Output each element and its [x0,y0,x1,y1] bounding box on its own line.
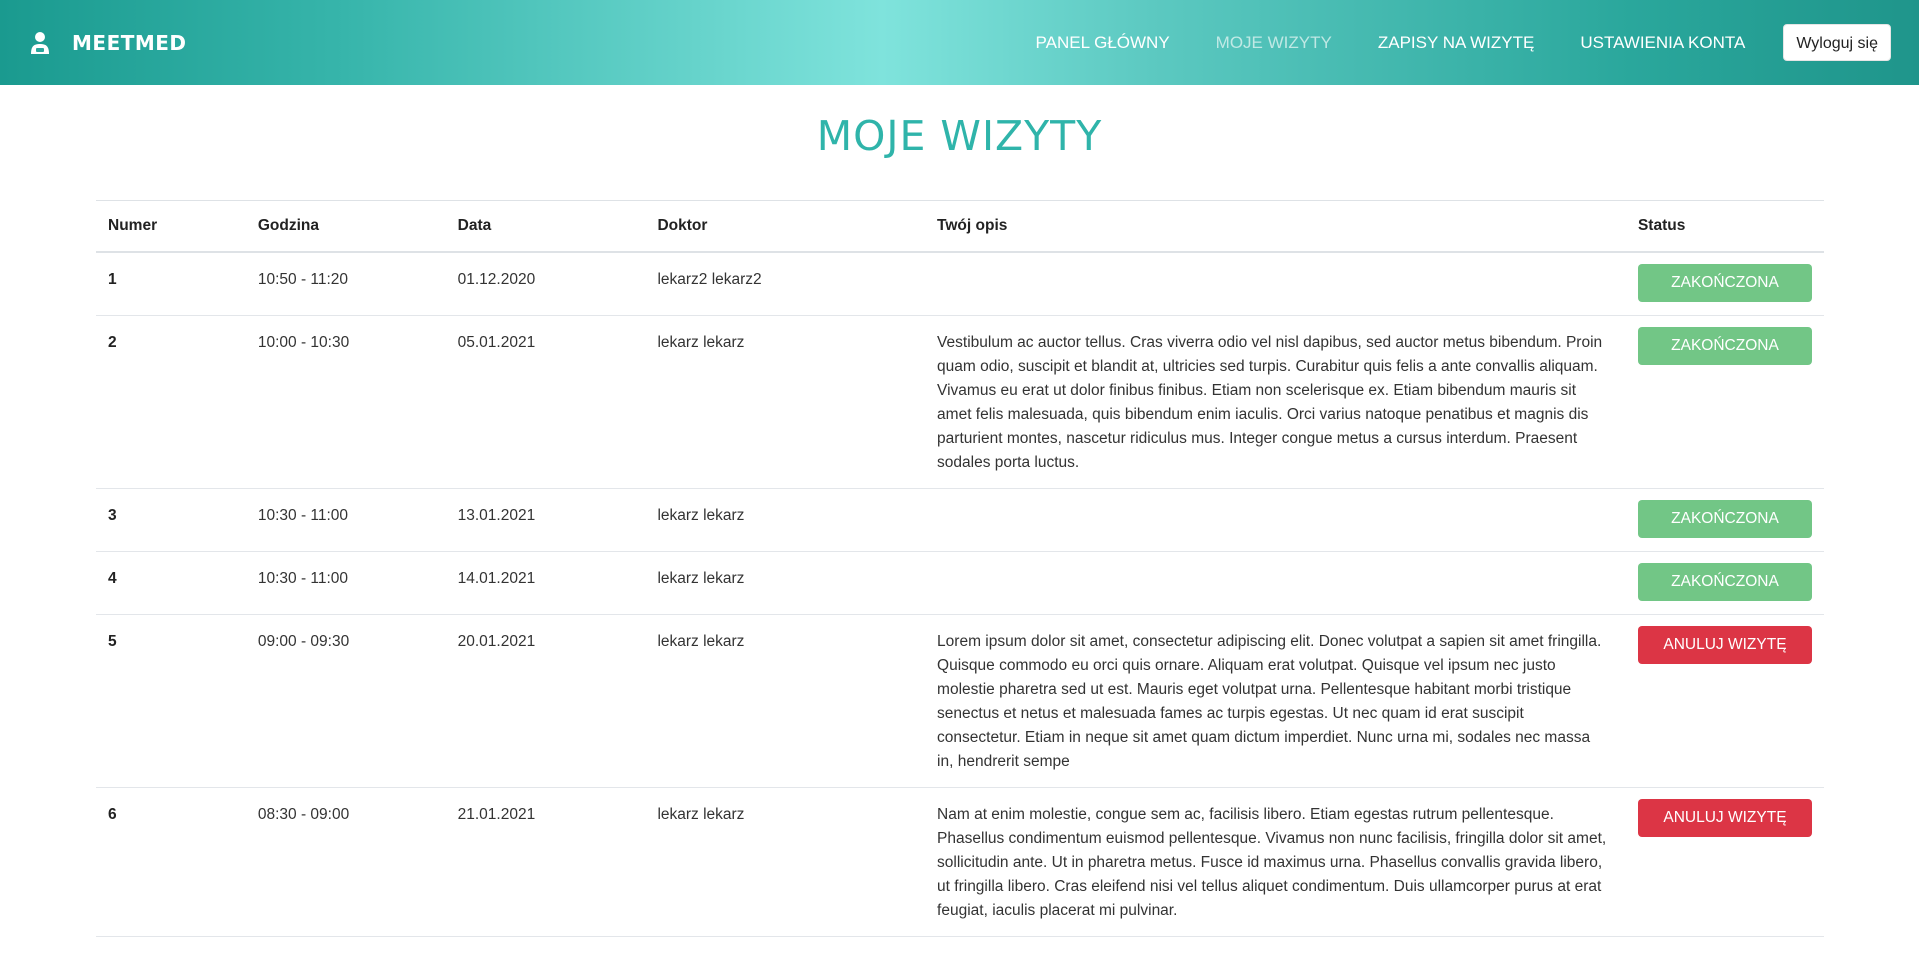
cell-status: ZAKOŃCZONA [1625,251,1824,316]
table-row: 1 10:50 - 11:20 01.12.2020 lekarz2 lekar… [96,251,1824,316]
cell-status: ZAKOŃCZONA [1625,488,1824,552]
nav-item-zapisy-na-wizyte[interactable]: ZAPISY NA WIZYTĘ [1378,33,1535,53]
cell-status: ANULUJ WIZYTĘ [1625,787,1824,937]
header-data: Data [445,200,646,253]
cell-doctor: lekarz lekarz [645,488,926,552]
cell-time: 08:30 - 09:00 [245,787,446,937]
cancel-appointment-button[interactable]: ANULUJ WIZYTĘ [1637,625,1812,664]
cell-description [925,251,1626,316]
nav-item-ustawienia-konta[interactable]: USTAWIENIA KONTA [1580,33,1745,53]
nav-links: PANEL GŁÓWNY MOJE WIZYTY ZAPISY NA WIZYT… [990,0,1891,85]
status-completed-button[interactable]: ZAKOŃCZONA [1637,499,1812,538]
cell-date: 05.01.2021 [445,315,646,489]
header-godzina: Godzina [245,200,446,253]
user-doctor-icon [30,31,50,55]
status-completed-button[interactable]: ZAKOŃCZONA [1637,263,1812,302]
cell-doctor: lekarz2 lekarz2 [645,251,926,316]
table-header-row: Numer Godzina Data Doktor Twój opis Stat… [96,200,1824,253]
status-completed-button[interactable]: ZAKOŃCZONA [1637,562,1812,601]
table-row: 6 08:30 - 09:00 21.01.2021 lekarz lekarz… [96,787,1824,937]
top-navbar: MEETMED PANEL GŁÓWNY MOJE WIZYTY ZAPISY … [0,0,1919,85]
cell-description: Nam at enim molestie, congue sem ac, fac… [925,787,1626,937]
cell-date: 13.01.2021 [445,488,646,552]
header-opis: Twój opis [925,200,1626,253]
cancel-appointment-button[interactable]: ANULUJ WIZYTĘ [1637,798,1812,837]
table-row: 4 10:30 - 11:00 14.01.2021 lekarz lekarz… [96,551,1824,615]
cell-doctor: lekarz lekarz [645,787,926,937]
appointments-table-wrap: Numer Godzina Data Doktor Twój opis Stat… [96,200,1824,937]
header-doktor: Doktor [645,200,926,253]
cell-number: 1 [96,251,246,316]
cell-status: ZAKOŃCZONA [1625,315,1824,489]
header-numer: Numer [96,200,246,253]
cell-description [925,551,1626,615]
cell-time: 09:00 - 09:30 [245,614,446,788]
brand[interactable]: MEETMED [30,31,187,55]
cell-number: 3 [96,488,246,552]
cell-doctor: lekarz lekarz [645,614,926,788]
cell-date: 14.01.2021 [445,551,646,615]
cell-time: 10:30 - 11:00 [245,551,446,615]
cell-date: 21.01.2021 [445,787,646,937]
logout-button[interactable]: Wyloguj się [1783,24,1891,61]
cell-number: 5 [96,614,246,788]
status-completed-button[interactable]: ZAKOŃCZONA [1637,326,1812,365]
table-row: 3 10:30 - 11:00 13.01.2021 lekarz lekarz… [96,488,1824,552]
nav-item-panel-glowny[interactable]: PANEL GŁÓWNY [1036,33,1170,53]
cell-description: Vestibulum ac auctor tellus. Cras viverr… [925,315,1626,489]
cell-doctor: lekarz lekarz [645,551,926,615]
cell-status: ANULUJ WIZYTĘ [1625,614,1824,788]
cell-date: 20.01.2021 [445,614,646,788]
table-row: 2 10:00 - 10:30 05.01.2021 lekarz lekarz… [96,315,1824,489]
cell-description [925,488,1626,552]
brand-name: MEETMED [72,30,187,55]
cell-description: Lorem ipsum dolor sit amet, consectetur … [925,614,1626,788]
cell-number: 6 [96,787,246,937]
cell-time: 10:50 - 11:20 [245,251,446,316]
appointments-table: Numer Godzina Data Doktor Twój opis Stat… [96,200,1824,937]
cell-time: 10:30 - 11:00 [245,488,446,552]
cell-doctor: lekarz lekarz [645,315,926,489]
cell-date: 01.12.2020 [445,251,646,316]
cell-number: 4 [96,551,246,615]
cell-status: ZAKOŃCZONA [1625,551,1824,615]
table-row: 5 09:00 - 09:30 20.01.2021 lekarz lekarz… [96,614,1824,788]
cell-number: 2 [96,315,246,489]
header-status: Status [1625,200,1824,253]
nav-item-moje-wizyty[interactable]: MOJE WIZYTY [1216,33,1332,53]
cell-time: 10:00 - 10:30 [245,315,446,489]
page-title: MOJE WIZYTY [816,112,1103,160]
